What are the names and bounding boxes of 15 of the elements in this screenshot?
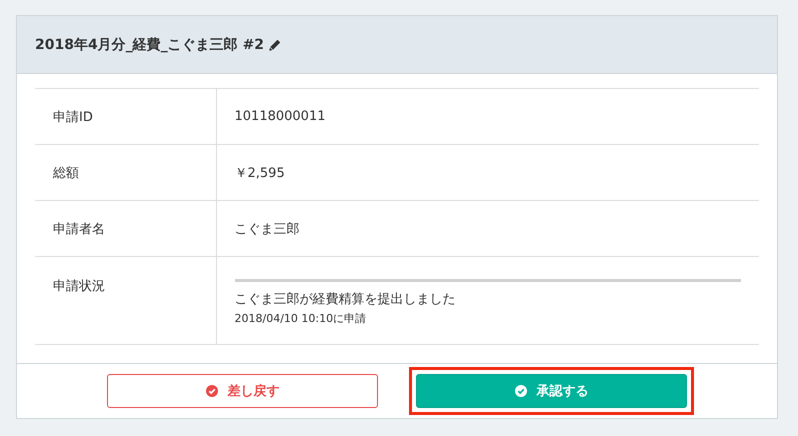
check-circle-icon: [206, 385, 218, 397]
field-value: 10118000011: [216, 88, 759, 144]
approve-button[interactable]: 承認する: [416, 374, 687, 408]
field-value: ￥2,595: [216, 144, 759, 200]
field-label: 総額: [35, 144, 216, 200]
status-timestamp: 2018/04/10 10:10に申請: [234, 311, 368, 326]
field-label: 申請状況: [35, 256, 216, 344]
field-label: 申請者名: [35, 200, 216, 256]
status-message: こぐま三郎が経費精算を提出しました: [234, 291, 456, 308]
check-circle-icon: [514, 385, 526, 397]
pencil-icon[interactable]: [269, 38, 282, 50]
field-value: こぐま三郎: [216, 200, 759, 256]
field-label: 申請ID: [35, 88, 216, 144]
report-title: 2018年4月分_経費_こぐま三郎 #2: [35, 36, 264, 54]
reject-button[interactable]: 差し戻す: [107, 374, 378, 408]
